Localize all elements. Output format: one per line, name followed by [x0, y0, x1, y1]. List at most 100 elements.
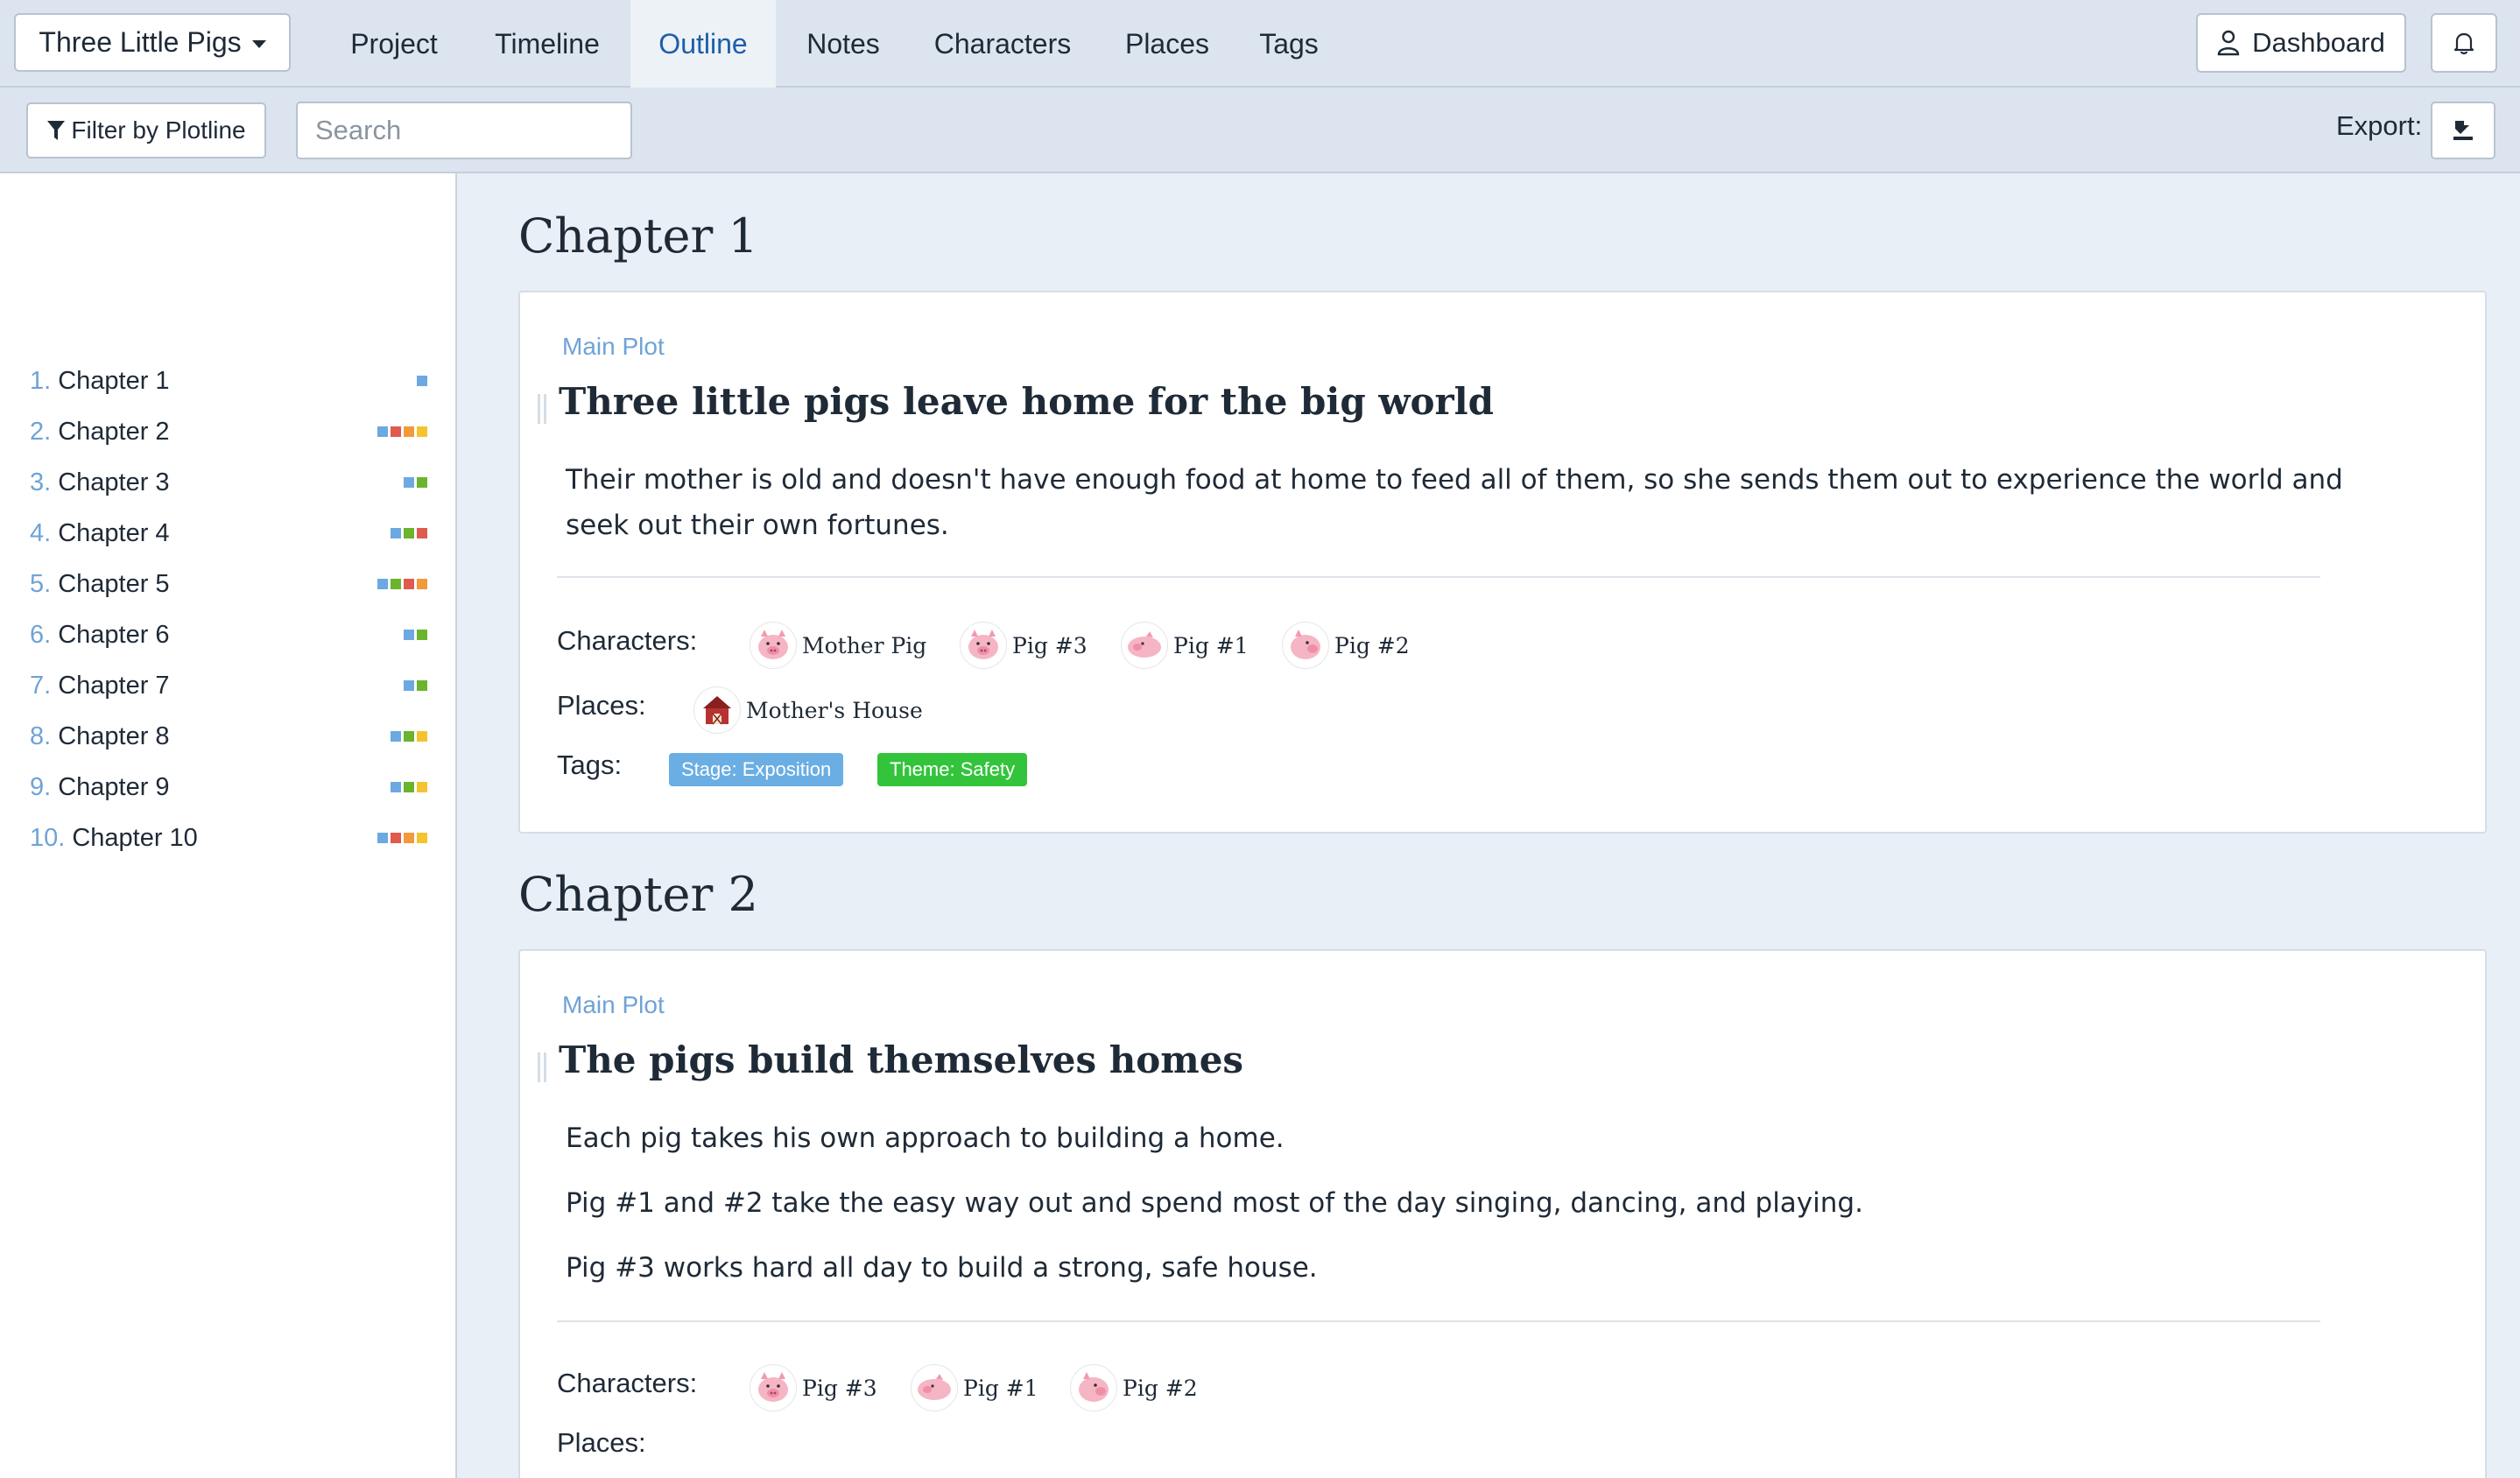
sidebar-item-chapter-1[interactable]: 1. Chapter 1: [30, 359, 433, 403]
notifications-button[interactable]: [2431, 13, 2497, 73]
plotline-dot-blue: [404, 477, 414, 488]
scene-description-line[interactable]: Pig #1 and #2 take the easy way out and …: [566, 1180, 2387, 1226]
character-chip[interactable]: Pig #3: [750, 1364, 877, 1411]
character-chip[interactable]: Pig #2: [1070, 1364, 1198, 1411]
plotline-dot-orange: [404, 833, 414, 843]
character-name: Pig #2: [1123, 1375, 1198, 1401]
sidebar-item-chapter-9[interactable]: 9. Chapter 9: [30, 765, 433, 809]
tags-label: Tags:: [557, 750, 623, 780]
character-name: Mother Pig: [802, 632, 927, 658]
user-icon: [2217, 30, 2240, 56]
character-chip[interactable]: Pig #2: [1282, 622, 1410, 669]
places-label: Places:: [557, 690, 646, 721]
tab-notes[interactable]: Notes: [786, 0, 900, 88]
scene-card[interactable]: Main Plot Three little pigs leave home f…: [518, 291, 2487, 834]
sidebar-item-chapter-6[interactable]: 6. Chapter 6: [30, 613, 433, 657]
scene-description-line[interactable]: Each pig takes his own approach to build…: [566, 1116, 2387, 1161]
tab-outline[interactable]: Outline: [630, 0, 776, 88]
character-chip[interactable]: Pig #1: [1121, 622, 1249, 669]
character-name: Pig #3: [802, 1375, 877, 1401]
sidebar-item-chapter-2[interactable]: 2. Chapter 2: [30, 410, 433, 454]
place-chip[interactable]: Mother's House: [693, 686, 923, 734]
plotline-dot-blue: [377, 833, 388, 843]
filter-by-plotline-button[interactable]: Filter by Plotline: [26, 102, 266, 158]
pig-avatar-icon: [1282, 622, 1329, 669]
tag-theme-safety[interactable]: Theme: Safety: [877, 753, 1028, 786]
divider: [557, 1320, 2320, 1322]
sidebar-item-chapter-8[interactable]: 8. Chapter 8: [30, 714, 433, 758]
dashboard-button[interactable]: Dashboard: [2196, 13, 2406, 73]
divider: [557, 576, 2320, 578]
dashboard-label: Dashboard: [2252, 27, 2385, 58]
scene-card[interactable]: Main Plot The pigs build themselves home…: [518, 949, 2487, 1478]
chapter-label: Chapter 9: [58, 772, 170, 801]
chapter-label: Chapter 10: [72, 823, 198, 852]
character-chip[interactable]: Pig #1: [911, 1364, 1038, 1411]
drag-handle-icon[interactable]: [538, 394, 546, 424]
sidebar-item-chapter-10[interactable]: 10. Chapter 10: [30, 816, 433, 860]
plotline-dots: [391, 731, 427, 742]
scene-title[interactable]: Three little pigs leave home for the big…: [559, 380, 1494, 423]
pig-avatar-icon: [750, 622, 797, 669]
plotline-dot-yellow: [417, 426, 427, 437]
plotline-label[interactable]: Main Plot: [562, 991, 665, 1019]
character-name: Pig #1: [1173, 632, 1249, 658]
top-navbar: Three Little Pigs Project Timeline Outli…: [0, 0, 2520, 88]
character-name: Pig #2: [1334, 632, 1410, 658]
chapter-label: Chapter 3: [58, 468, 170, 496]
plotline-label[interactable]: Main Plot: [562, 333, 665, 361]
scene-description[interactable]: Their mother is old and doesn't have eno…: [566, 457, 2387, 548]
plotline-dot-blue: [417, 376, 427, 386]
chapter-number: 2.: [30, 417, 52, 446]
plotline-dots: [391, 528, 427, 538]
toolbar: Filter by Plotline Export:: [0, 88, 2520, 173]
plotline-dot-red: [417, 528, 427, 538]
character-chip[interactable]: Pig #3: [960, 622, 1088, 669]
chapter-label: Chapter 6: [58, 620, 170, 649]
scene-title[interactable]: The pigs build themselves homes: [559, 1038, 1243, 1081]
plotline-dot-yellow: [417, 731, 427, 742]
chapter-number: 6.: [30, 620, 52, 649]
scene-description-line[interactable]: Pig #3 works hard all day to build a str…: [566, 1245, 2387, 1291]
plotline-dots: [404, 477, 427, 488]
tag-stage-exposition[interactable]: Stage: Exposition: [669, 753, 844, 786]
chapter-label: Chapter 8: [58, 721, 170, 750]
export-icon: [2453, 121, 2473, 140]
project-selector[interactable]: Three Little Pigs: [14, 13, 291, 72]
export-button[interactable]: [2431, 102, 2495, 159]
plotline-dot-red: [391, 426, 401, 437]
tab-project[interactable]: Project: [333, 0, 455, 88]
filter-icon: [47, 121, 66, 140]
chapter-label: Chapter 7: [58, 671, 170, 700]
characters-label: Characters:: [557, 1368, 698, 1398]
character-chip[interactable]: Mother Pig: [750, 622, 926, 669]
chapter-sidebar: 1. Chapter 1 2. Chapter 2 3. Chapter 3 4…: [0, 173, 457, 1478]
search-input[interactable]: [296, 102, 632, 159]
tab-characters[interactable]: Characters: [919, 0, 1086, 88]
sidebar-item-chapter-4[interactable]: 4. Chapter 4: [30, 511, 433, 555]
chapter-number: 4.: [30, 518, 52, 547]
chapter-number: 10.: [30, 823, 66, 852]
plotline-dot-green: [391, 579, 401, 589]
pig-avatar-icon: [1121, 622, 1168, 669]
pig-avatar-icon: [960, 622, 1007, 669]
plotline-dot-green: [404, 731, 414, 742]
plotline-dot-blue: [391, 782, 401, 792]
tab-timeline[interactable]: Timeline: [473, 0, 622, 88]
places-label: Places:: [557, 1427, 646, 1458]
project-name: Three Little Pigs: [39, 26, 242, 58]
tab-tags[interactable]: Tags: [1249, 0, 1329, 88]
plotline-dot-green: [404, 782, 414, 792]
plotline-dots: [391, 782, 427, 792]
sidebar-item-chapter-7[interactable]: 7. Chapter 7: [30, 664, 433, 707]
plotline-dot-red: [404, 579, 414, 589]
plotline-dot-blue: [391, 528, 401, 538]
sidebar-item-chapter-3[interactable]: 3. Chapter 3: [30, 461, 433, 504]
bell-icon: [2453, 32, 2474, 54]
tab-places[interactable]: Places: [1112, 0, 1222, 88]
drag-handle-icon[interactable]: [538, 1052, 546, 1082]
chapter-label: Chapter 2: [58, 417, 170, 446]
sidebar-item-chapter-5[interactable]: 5. Chapter 5: [30, 562, 433, 606]
chapter-label: Chapter 1: [58, 366, 170, 395]
plotline-dot-blue: [377, 579, 388, 589]
